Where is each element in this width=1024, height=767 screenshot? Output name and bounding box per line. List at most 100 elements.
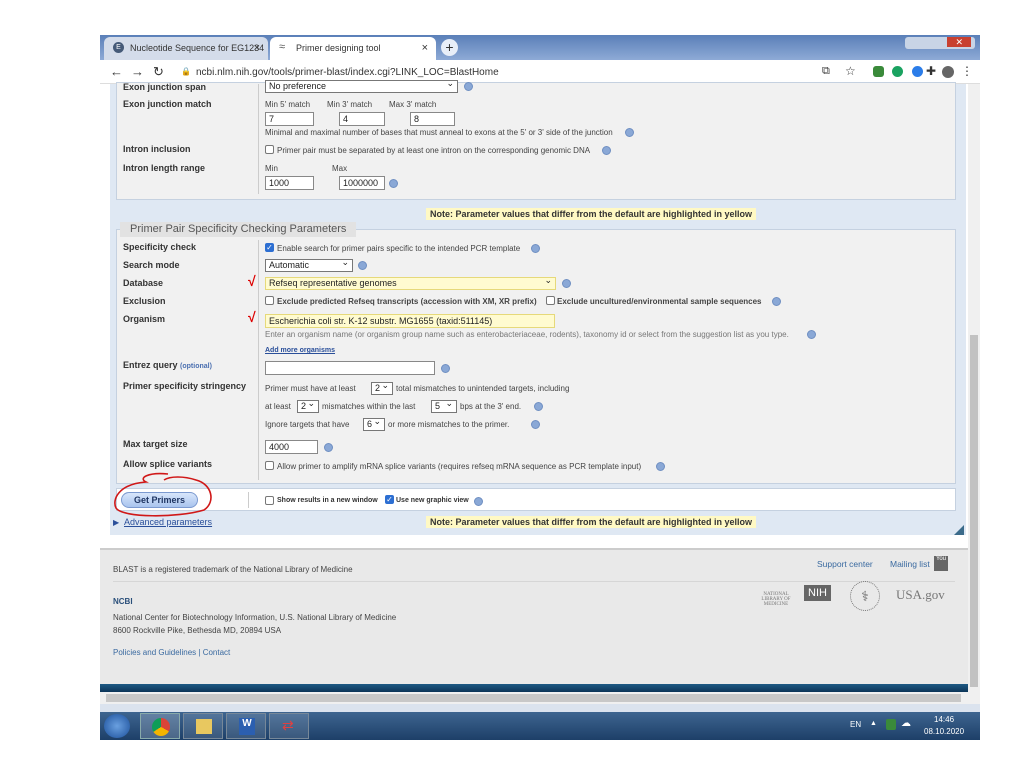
- graphic-view-checkbox[interactable]: ✓: [385, 495, 394, 504]
- tab-title: Primer designing tool: [296, 43, 381, 53]
- min3-input[interactable]: 4: [339, 112, 385, 126]
- youtube-icon[interactable]: You: [934, 556, 948, 571]
- menu-kebab-icon[interactable]: ⋮: [961, 64, 973, 78]
- horizontal-scrollbar[interactable]: [100, 692, 980, 704]
- divider: [248, 492, 249, 508]
- tab-title: Nucleotide Sequence for EG1234: [130, 43, 265, 53]
- divider: [258, 240, 259, 480]
- taskbar: W ⇄ EN ▲ ☁ 14:46 08.10.2020: [100, 712, 980, 740]
- expand-triangle-icon[interactable]: ▶: [113, 518, 119, 527]
- policies-link[interactable]: Policies and Guidelines: [113, 648, 196, 657]
- vertical-scrollbar[interactable]: [968, 84, 980, 692]
- entrez-query-input[interactable]: [265, 361, 435, 375]
- start-button[interactable]: [104, 714, 130, 738]
- reload-icon[interactable]: ↻: [153, 64, 164, 80]
- exclude-uncultured-checkbox[interactable]: [546, 296, 555, 305]
- exon-match-hint: Minimal and maximal number of bases that…: [265, 128, 613, 137]
- database-select[interactable]: Refseq representative genomes: [265, 275, 556, 290]
- new-window-text: Show results in a new window: [277, 497, 378, 504]
- exon-span-select[interactable]: No preference: [265, 78, 458, 93]
- intron-max-label: Max: [332, 164, 348, 173]
- help-icon[interactable]: [772, 297, 781, 306]
- ncbi-favicon-icon: E: [113, 42, 124, 53]
- entrez-label-text: Entrez query: [123, 360, 178, 370]
- extensions-puzzle-icon[interactable]: ✚: [926, 64, 936, 78]
- add-more-organisms-link[interactable]: Add more organisms: [265, 347, 335, 354]
- window-controls[interactable]: ✕: [905, 37, 975, 49]
- extension-g-icon[interactable]: [892, 66, 903, 77]
- help-icon[interactable]: [562, 279, 571, 288]
- splice-checkbox[interactable]: [265, 461, 274, 470]
- max3-input[interactable]: 8: [410, 112, 455, 126]
- chrome-taskbar-button[interactable]: [140, 713, 180, 739]
- intron-inclusion-label: Intron inclusion: [123, 144, 191, 154]
- usa-gov-logo[interactable]: USA.gov: [896, 587, 945, 603]
- help-icon[interactable]: [807, 330, 816, 339]
- extension-shield-icon[interactable]: [873, 66, 884, 77]
- network-taskbar-button[interactable]: ⇄: [269, 713, 309, 739]
- help-icon[interactable]: [358, 261, 367, 270]
- help-icon[interactable]: [602, 146, 611, 155]
- advanced-parameters-link[interactable]: Advanced parameters: [124, 517, 212, 527]
- ncbi-address-text: 8600 Rockville Pike, Bethesda MD, 20894 …: [113, 626, 282, 635]
- intron-min-input[interactable]: 1000: [265, 176, 314, 190]
- tray-expand-icon[interactable]: ▲: [870, 720, 877, 727]
- last-bps-select[interactable]: 5: [431, 398, 457, 413]
- hhs-logo-icon[interactable]: ⚕: [850, 581, 880, 611]
- help-icon[interactable]: [531, 420, 540, 429]
- nih-logo[interactable]: NIH: [804, 585, 831, 601]
- mailing-list-link[interactable]: Mailing list: [890, 559, 930, 569]
- close-tab-icon[interactable]: ×: [254, 42, 260, 54]
- submit-bar: [116, 488, 956, 511]
- tray-shield-icon[interactable]: [886, 719, 896, 730]
- divider: [258, 84, 259, 194]
- language-indicator[interactable]: EN: [850, 720, 861, 729]
- explorer-taskbar-button[interactable]: [183, 713, 223, 739]
- help-icon[interactable]: [534, 402, 543, 411]
- resize-corner-icon: [954, 525, 964, 535]
- min5-input[interactable]: 7: [265, 112, 314, 126]
- clock-time[interactable]: 14:46: [934, 715, 954, 724]
- total-mismatches-select[interactable]: 2: [371, 380, 393, 395]
- help-icon[interactable]: [474, 497, 483, 506]
- exon-span-label: Exon junction span: [123, 82, 207, 92]
- clock-date[interactable]: 08.10.2020: [924, 727, 964, 736]
- ncbi-heading[interactable]: NCBI: [113, 597, 133, 606]
- bookmark-star-icon[interactable]: ☆: [845, 64, 856, 78]
- url-field[interactable]: ncbi.nlm.nih.gov/tools/primer-blast/inde…: [196, 67, 499, 78]
- nlm-logo[interactable]: NATIONAL LIBRARY OF MEDICINE: [758, 592, 794, 607]
- extension-blue-icon[interactable]: [912, 66, 923, 77]
- max-target-input[interactable]: 4000: [265, 440, 318, 454]
- help-icon[interactable]: [441, 364, 450, 373]
- scrollbar-thumb[interactable]: [970, 335, 978, 687]
- intron-max-input[interactable]: 1000000: [339, 176, 385, 190]
- tray-cloud-icon[interactable]: ☁: [901, 718, 911, 729]
- tab-nucleotide[interactable]: E Nucleotide Sequence for EG1234 ×: [104, 37, 268, 60]
- tab-primer-tool[interactable]: ≈ Primer designing tool ×: [270, 37, 436, 60]
- contact-link[interactable]: Contact: [203, 648, 231, 657]
- help-icon[interactable]: [625, 128, 634, 137]
- help-icon[interactable]: [389, 179, 398, 188]
- intron-inclusion-checkbox[interactable]: [265, 145, 274, 154]
- help-icon[interactable]: [324, 443, 333, 452]
- search-mode-select[interactable]: Automatic: [265, 257, 353, 272]
- organism-input[interactable]: Escherichia coli str. K-12 substr. MG165…: [265, 314, 555, 328]
- help-icon[interactable]: [531, 244, 540, 253]
- close-tab-icon[interactable]: ×: [422, 42, 428, 54]
- new-tab-button[interactable]: +: [441, 39, 458, 56]
- word-taskbar-button[interactable]: W: [226, 713, 266, 739]
- lock-icon: 🔒: [181, 67, 191, 76]
- exclude-predicted-checkbox[interactable]: [265, 296, 274, 305]
- specificity-checkbox[interactable]: ✓: [265, 243, 274, 252]
- translate-icon[interactable]: ⧉: [822, 65, 830, 78]
- end-mismatches-select[interactable]: 2: [297, 398, 319, 413]
- support-center-link[interactable]: Support center: [817, 559, 873, 569]
- ignore-targets-select[interactable]: 6: [363, 416, 385, 431]
- profile-avatar-icon[interactable]: [942, 66, 954, 78]
- back-icon[interactable]: ←: [110, 64, 123, 79]
- scrollbar-thumb[interactable]: [106, 694, 961, 702]
- help-icon[interactable]: [656, 462, 665, 471]
- help-icon[interactable]: [464, 82, 473, 91]
- forward-icon[interactable]: →: [131, 64, 144, 79]
- new-window-checkbox[interactable]: [265, 496, 274, 505]
